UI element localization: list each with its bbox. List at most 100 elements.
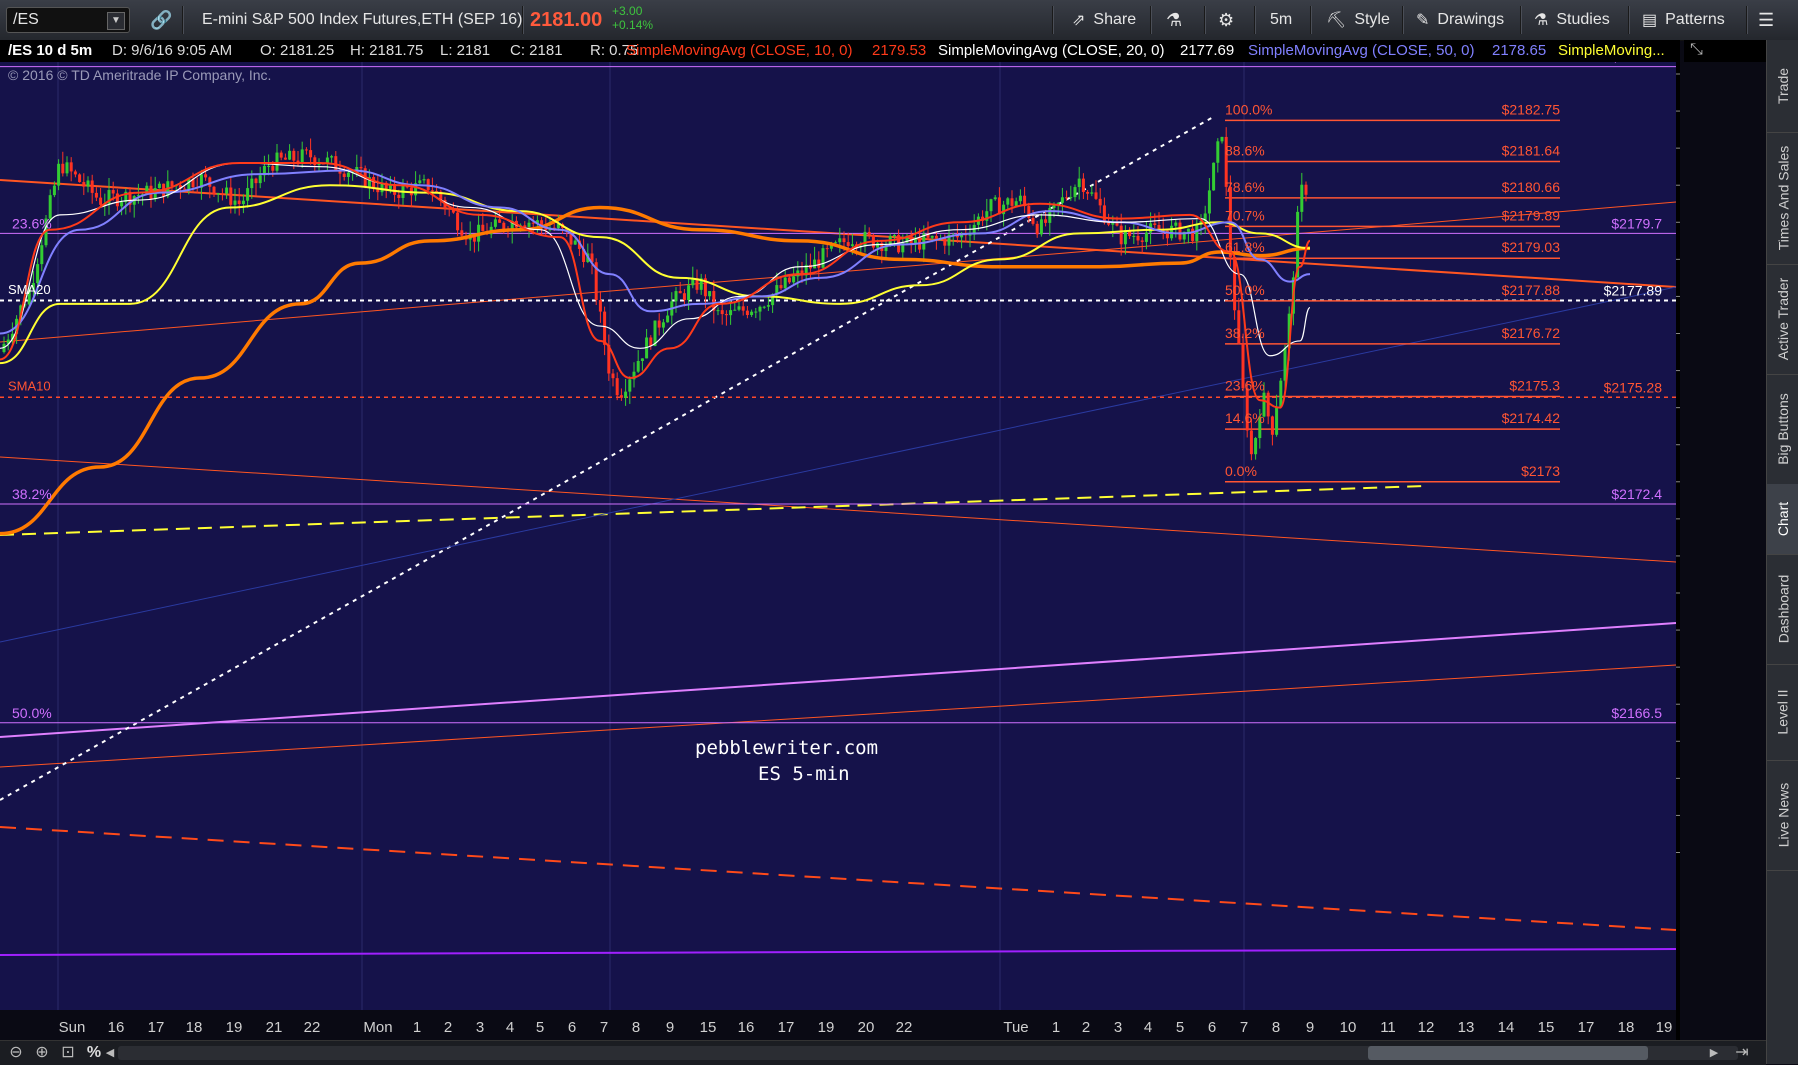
candle-body [834, 242, 838, 244]
candle-body [69, 162, 73, 172]
sma50-label[interactable]: SimpleMovingAvg (CLOSE, 50, 0) [1248, 42, 1475, 59]
chevron-down-icon[interactable]: ▼ [107, 12, 125, 30]
level-percent-label: 23.6% [12, 215, 52, 231]
studies-button[interactable]: ⚗ Studies [1534, 7, 1610, 33]
tab-active-trader[interactable]: Active Trader [1767, 264, 1798, 375]
x-tick-label: 16 [738, 1019, 755, 1036]
candle-body [157, 183, 161, 189]
candle-body [1132, 235, 1136, 237]
candle-body [573, 240, 577, 245]
candle-body [1249, 430, 1253, 455]
tab-label: Active Trader [1775, 277, 1792, 361]
chart-scrollbar[interactable]: ⊖ ⊕ ⊡ % ◀ ▶ ⇥ [0, 1040, 1766, 1065]
collapse-icon[interactable]: ⤡ [1690, 41, 1703, 59]
candle-body [309, 150, 313, 158]
tab-label: Big Buttons [1775, 393, 1792, 465]
flask-icon: ⚗ [1534, 12, 1549, 29]
candle-body [968, 234, 972, 236]
candle-body [603, 311, 607, 345]
x-tick-label: 19 [818, 1019, 835, 1036]
x-tick-label: 8 [1272, 1019, 1280, 1036]
link-icon[interactable]: 🔗 [150, 7, 172, 33]
candle-body [1207, 190, 1211, 214]
scroll-thumb[interactable] [1368, 1046, 1648, 1060]
scroll-end-icon[interactable]: ⇥ [1732, 1043, 1752, 1063]
sma-more-label[interactable]: SimpleMoving... [1558, 42, 1665, 59]
patterns-button[interactable]: ▤ Patterns [1642, 7, 1725, 33]
candle-body [1123, 230, 1127, 245]
zoom-in-icon[interactable]: ⊕ [32, 1043, 52, 1063]
x-tick-label: 5 [536, 1019, 544, 1036]
watermark-subtitle: ES 5-min [758, 763, 850, 785]
x-tick-label: 6 [1208, 1019, 1216, 1036]
zoom-out-icon[interactable]: ⊖ [6, 1043, 26, 1063]
tab-label: Chart [1775, 501, 1792, 537]
menu-icon[interactable]: ☰ [1758, 7, 1774, 33]
candle-body [65, 162, 69, 174]
candle-body [1300, 184, 1304, 212]
fib-percent-label: 38.2% [1225, 325, 1265, 341]
candle-body [183, 188, 187, 190]
zoom-fit-icon[interactable]: ⊡ [58, 1043, 78, 1063]
sma10-label[interactable]: SimpleMovingAvg (CLOSE, 10, 0) [626, 42, 853, 59]
price-chart[interactable]: 100.0% $2182.7588.6% $2181.6478.6% $2180.66… [0, 62, 1680, 1040]
tab-label: Trade [1775, 67, 1791, 105]
candle-body [716, 310, 720, 312]
tab-trade[interactable]: Trade [1767, 40, 1798, 133]
candle-body [892, 234, 896, 237]
candle-body [943, 238, 947, 246]
candle-body [292, 150, 296, 161]
candle-body [73, 171, 77, 175]
chart-background [0, 62, 1680, 1010]
sma10-tag: SMA10 [8, 379, 51, 394]
candle-body [531, 222, 535, 224]
x-tick-label: 19 [226, 1019, 243, 1036]
candle-body [1220, 136, 1224, 142]
level-value-label: $2179.7 [1611, 215, 1662, 231]
pencil-icon: ✎ [1416, 12, 1430, 29]
candle-body [842, 238, 846, 243]
style-button[interactable]: ⛏ Style [1326, 7, 1390, 33]
scroll-track[interactable] [118, 1046, 1738, 1060]
share-button[interactable]: ⇗ Share [1072, 7, 1136, 33]
candle-body [1119, 225, 1123, 245]
tab-times-and-sales[interactable]: Times And Sales [1767, 132, 1798, 265]
candle-body [1102, 205, 1106, 223]
x-tick-label: 11 [1380, 1019, 1396, 1036]
tab-dashboard[interactable]: Dashboard [1767, 554, 1798, 665]
candle-body [170, 181, 174, 187]
bar-date: D: 9/6/16 9:05 AM [112, 42, 233, 59]
sma20-label[interactable]: SimpleMovingAvg (CLOSE, 20, 0) [938, 42, 1165, 59]
drawings-button[interactable]: ✎ Drawings [1416, 7, 1504, 33]
flask-icon[interactable]: ⚗ [1166, 7, 1182, 33]
candle-body [1254, 438, 1258, 455]
sma50-value: 2178.65 [1492, 42, 1547, 59]
x-tick-label: 9 [1306, 1019, 1314, 1036]
tab-chart[interactable]: Chart [1767, 484, 1798, 555]
fib-percent-label: 14.6% [1225, 410, 1265, 426]
fib-value-label: $2179.89 [1502, 207, 1561, 223]
tab-label: Level II [1775, 689, 1792, 735]
timeframe-button[interactable]: 5m [1270, 7, 1292, 33]
scroll-right-icon[interactable]: ▶ [1704, 1043, 1724, 1063]
candle-body [615, 378, 619, 396]
candle-body [111, 190, 115, 194]
tab-live-news[interactable]: Live News [1767, 760, 1798, 871]
candle-body [762, 306, 766, 308]
fib-value-label: $2174.42 [1502, 410, 1561, 426]
candle-body [737, 306, 741, 310]
candle-body [94, 192, 98, 198]
gear-icon[interactable]: ⚙ [1218, 7, 1234, 33]
symbol-selector[interactable]: /ES ▼ [6, 7, 130, 33]
scroll-left-icon[interactable]: ◀ [100, 1043, 120, 1063]
candle-body [233, 200, 237, 205]
candle-body [867, 231, 871, 236]
candle-body [1090, 192, 1094, 194]
candle-body [1081, 178, 1085, 192]
candle-body [1304, 184, 1308, 195]
candle-body [619, 395, 623, 398]
tab-level-ii[interactable]: Level II [1767, 664, 1798, 761]
candle-body [876, 243, 880, 248]
candle-body [447, 208, 451, 210]
tab-big-buttons[interactable]: Big Buttons [1767, 374, 1798, 485]
